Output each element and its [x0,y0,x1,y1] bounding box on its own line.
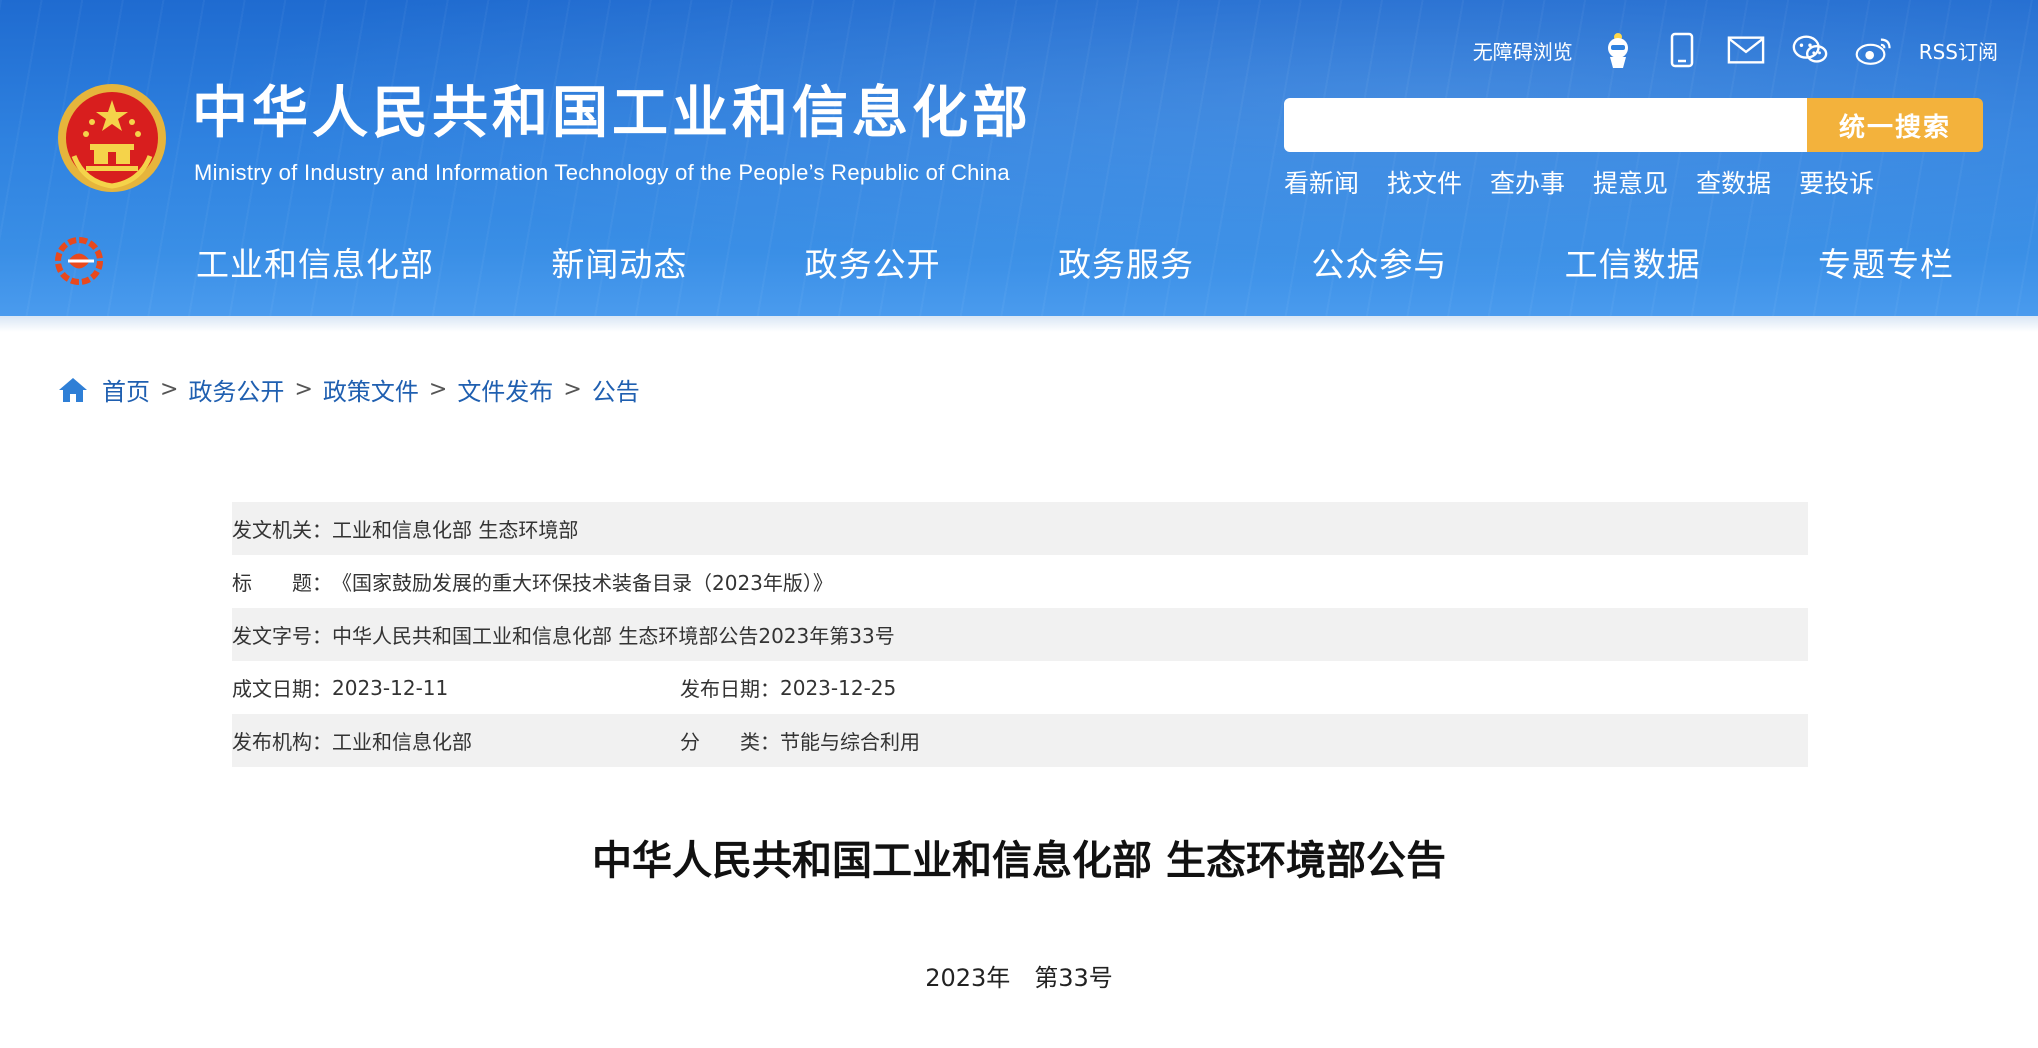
category-label: 分 类： [680,730,780,754]
site-subtitle: Ministry of Industry and Information Tec… [194,160,1010,185]
info-row-doc-number: 发文字号： 中华人民共和国工业和信息化部 生态环境部公告2023年第33号 [232,608,1808,661]
site-title: 中华人民共和国工业和信息化部 [192,81,1032,146]
publish-date-value: 2023-12-25 [780,675,897,700]
category-cell: 分 类： 节能与综合利用 [680,726,920,755]
quick-link-data[interactable]: 查数据 [1696,164,1771,200]
nav-item-special-topics[interactable]: 专题专栏 [1772,238,2000,286]
title-label: 标 题： [232,571,332,595]
written-date-label: 成文日期： [232,677,332,701]
mobile-icon[interactable] [1663,31,1701,69]
doc-number-value: 中华人民共和国工业和信息化部 生态环境部公告2023年第33号 [332,624,895,648]
issuer-label: 发文机关： [232,518,332,542]
breadcrumb-document-release[interactable]: 文件发布 [457,372,553,407]
issuer-value: 工业和信息化部 生态环境部 [332,518,579,542]
mail-icon[interactable] [1727,31,1765,69]
home-icon[interactable] [58,376,88,404]
nav-item-public-participation[interactable]: 公众参与 [1265,238,1493,286]
accessibility-link[interactable]: 无障碍浏览 [1473,36,1573,65]
nav-item-ministry[interactable]: 工业和信息化部 [150,238,480,286]
breadcrumb-policy-documents[interactable]: 政策文件 [323,372,419,407]
breadcrumb-separator: > [160,377,179,402]
doc-number-label: 发文字号： [232,624,332,648]
info-row-dates: 成文日期： 2023-12-11 发布日期： 2023-12-25 [232,661,1808,714]
miit-logo-icon[interactable] [54,236,104,286]
top-utility-bar: 无障碍浏览 RSS订阅 [1473,28,1998,72]
written-date-value: 2023-12-11 [332,675,449,700]
quick-links: 看新闻 找文件 查办事 提意见 查数据 要投诉 [1284,164,1874,200]
info-row-publisher: 发布机构： 工业和信息化部 分 类： 节能与综合利用 [232,714,1808,767]
quick-link-services[interactable]: 查办事 [1490,164,1565,200]
weibo-icon[interactable] [1855,31,1893,69]
category-value: 节能与综合利用 [780,730,920,754]
document-title: 中华人民共和国工业和信息化部 生态环境部公告 [592,838,1446,884]
breadcrumb: 首页 > 政务公开 > 政策文件 > 文件发布 > 公告 [58,372,640,407]
publisher-value: 工业和信息化部 [332,730,472,754]
wechat-icon[interactable] [1791,31,1829,69]
breadcrumb-home[interactable]: 首页 [102,372,150,407]
info-row-title: 标 题： 《国家鼓励发展的重大环保技术装备目录（2023年版）》 [232,555,1808,608]
publisher-label: 发布机构： [232,730,332,754]
header-shadow [0,316,2038,332]
nav-item-government-services[interactable]: 政务服务 [1012,238,1240,286]
quick-link-documents[interactable]: 找文件 [1387,164,1462,200]
publish-date-cell: 发布日期： 2023-12-25 [680,673,896,702]
national-emblem-icon[interactable] [56,82,168,194]
breadcrumb-announcement[interactable]: 公告 [592,372,640,407]
publisher-cell: 发布机构： 工业和信息化部 [232,726,680,755]
document-info-table: 发文机关： 工业和信息化部 生态环境部 标 题： 《国家鼓励发展的重大环保技术装… [232,502,1808,767]
unified-search-button[interactable]: 统一搜索 [1807,98,1983,152]
robot-assistant-icon[interactable] [1599,31,1637,69]
publish-date-label: 发布日期： [680,677,780,701]
quick-link-complaints[interactable]: 要投诉 [1799,164,1874,200]
search-input[interactable] [1284,98,1807,152]
quick-link-news[interactable]: 看新闻 [1284,164,1359,200]
nav-item-news[interactable]: 新闻动态 [505,238,733,286]
breadcrumb-government-affairs[interactable]: 政务公开 [188,372,284,407]
document-number: 2023年 第33号 [925,964,1113,992]
nav-item-data[interactable]: 工信数据 [1519,238,1747,286]
written-date-cell: 成文日期： 2023-12-11 [232,673,680,702]
rss-link[interactable]: RSS订阅 [1919,36,1998,65]
breadcrumb-separator: > [563,377,582,402]
breadcrumb-separator: > [428,377,448,402]
info-row-issuer: 发文机关： 工业和信息化部 生态环境部 [232,502,1808,555]
site-header: 中华人民共和国工业和信息化部 Ministry of Industry and … [0,0,2038,316]
title-value: 《国家鼓励发展的重大环保技术装备目录（2023年版）》 [332,571,833,595]
nav-item-government-affairs[interactable]: 政务公开 [759,238,987,286]
quick-link-suggestions[interactable]: 提意见 [1593,164,1668,200]
breadcrumb-separator: > [294,377,313,402]
main-nav: 工业和信息化部 新闻动态 政务公开 政务服务 公众参与 工信数据 专题专栏 [150,235,2000,289]
